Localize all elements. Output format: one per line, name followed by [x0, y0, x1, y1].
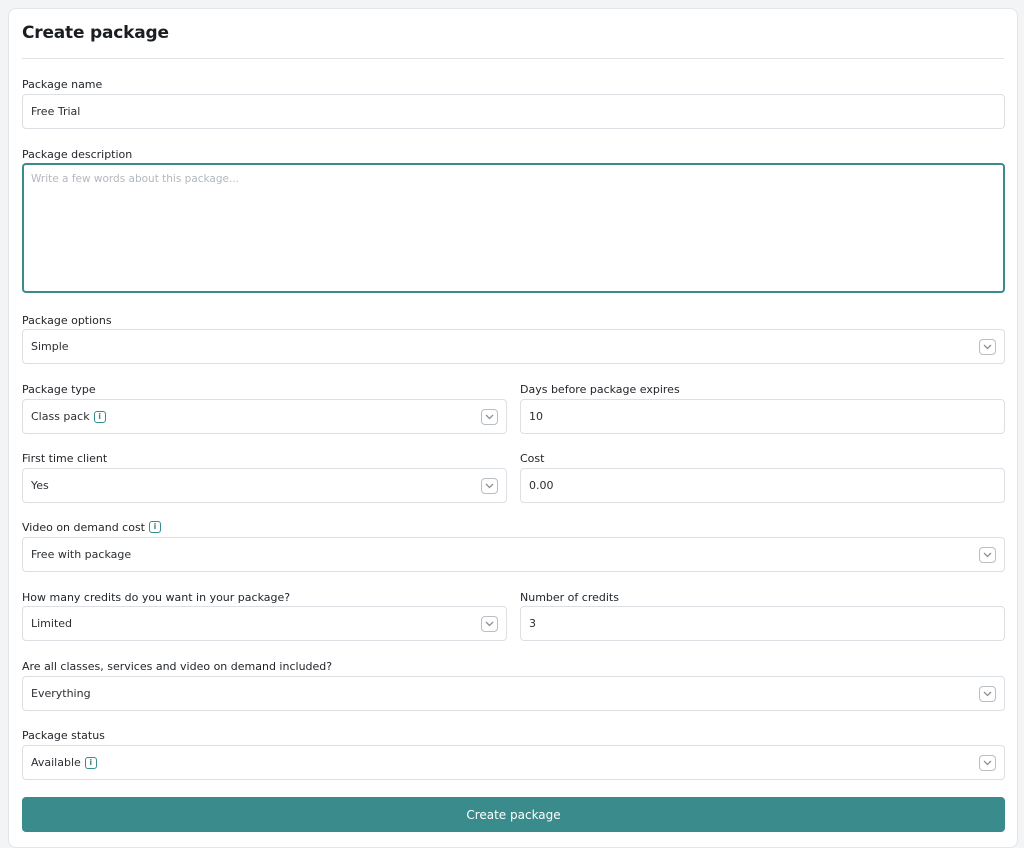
chevron-down-icon[interactable]: [481, 616, 498, 632]
chevron-down-icon[interactable]: [979, 339, 996, 355]
vod-cost-select[interactable]: Free with package: [22, 537, 1005, 572]
package-description-label: Package description: [22, 147, 133, 161]
create-package-card: Create package Package name Package desc…: [8, 8, 1018, 848]
vod-cost-value: Free with package: [31, 548, 132, 561]
package-description-input[interactable]: [22, 163, 1005, 293]
package-name-input[interactable]: [31, 105, 1004, 118]
package-options-select[interactable]: Simple: [22, 329, 1005, 364]
first-time-client-label: First time client: [22, 451, 108, 465]
inclusion-value: Everything: [31, 687, 91, 700]
first-time-client-value: Yes: [31, 479, 49, 492]
title-divider: [22, 58, 1004, 59]
info-icon[interactable]: i: [149, 521, 161, 533]
number-of-credits-label: Number of credits: [520, 590, 619, 604]
chevron-down-icon[interactable]: [979, 686, 996, 702]
page-title: Create package: [22, 23, 169, 43]
inclusion-label: Are all classes, services and video on d…: [22, 659, 333, 673]
package-name-field[interactable]: [22, 94, 1005, 129]
chevron-down-icon[interactable]: [481, 478, 498, 494]
credits-mode-select[interactable]: Limited: [22, 606, 507, 641]
package-status-select[interactable]: Available i: [22, 745, 1005, 780]
cost-label: Cost: [520, 451, 545, 465]
package-type-label: Package type: [22, 382, 96, 396]
info-icon[interactable]: i: [93, 410, 106, 423]
package-name-label: Package name: [22, 77, 103, 91]
number-of-credits-input[interactable]: [529, 617, 1004, 630]
inclusion-select[interactable]: Everything: [22, 676, 1005, 711]
package-options-value: Simple: [31, 340, 69, 353]
create-package-button[interactable]: Create package: [22, 797, 1005, 832]
package-type-value: Class pack i: [31, 410, 106, 423]
number-of-credits-field[interactable]: [520, 606, 1005, 641]
chevron-down-icon[interactable]: [979, 755, 996, 771]
days-before-expiry-field[interactable]: [520, 399, 1005, 434]
cost-field[interactable]: [520, 468, 1005, 503]
credits-mode-value: Limited: [31, 617, 73, 630]
package-status-value: Available i: [31, 756, 97, 769]
package-status-label: Package status: [22, 728, 105, 742]
cost-input[interactable]: [529, 479, 1004, 492]
first-time-client-select[interactable]: Yes: [22, 468, 507, 503]
info-icon[interactable]: i: [84, 756, 97, 769]
package-options-label: Package options: [22, 313, 112, 327]
vod-cost-label: Video on demand cost i: [22, 520, 161, 534]
package-type-select[interactable]: Class pack i: [22, 399, 507, 434]
days-before-expiry-input[interactable]: [529, 410, 1004, 423]
chevron-down-icon[interactable]: [979, 547, 996, 563]
days-before-expiry-label: Days before package expires: [520, 382, 680, 396]
chevron-down-icon[interactable]: [481, 409, 498, 425]
credits-mode-label: How many credits do you want in your pac…: [22, 590, 291, 604]
